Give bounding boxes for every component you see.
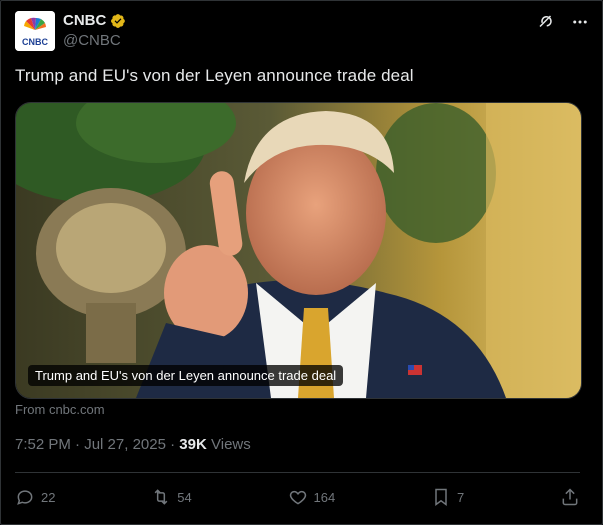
more-options-icon[interactable]	[570, 12, 590, 32]
cnbc-logo-icon: CNBC	[15, 11, 55, 51]
card-source[interactable]: From cnbc.com	[15, 402, 105, 417]
meta-separator-2: ·	[170, 436, 176, 453]
reply-icon	[17, 490, 33, 505]
avatar[interactable]: CNBC	[15, 11, 55, 51]
link-card[interactable]: Trump and EU's von der Leyen announce tr…	[15, 102, 582, 399]
bookmark-count: 7	[456, 489, 465, 505]
post-date[interactable]: Jul 27, 2025	[84, 436, 166, 453]
article-photo	[16, 103, 581, 398]
grok-icon[interactable]	[536, 12, 556, 32]
display-name-text: CNBC	[63, 12, 107, 29]
card-caption: Trump and EU's von der Leyen announce tr…	[28, 365, 344, 386]
action-bar: 22 54 164 7	[15, 480, 580, 514]
bookmark-icon	[435, 488, 447, 506]
reply-button[interactable]: 22	[15, 487, 55, 507]
account-names: CNBC @CNBC	[63, 12, 126, 49]
header-actions	[536, 12, 590, 32]
meta-separator: ·	[75, 436, 81, 453]
views-label: Views	[211, 436, 251, 453]
post-time[interactable]: 7:52 PM	[15, 436, 71, 453]
divider-top	[15, 472, 580, 473]
share-button[interactable]	[560, 487, 580, 507]
post-text: Trump and EU's von der Leyen announce tr…	[15, 66, 414, 85]
svg-text:CNBC: CNBC	[22, 37, 48, 47]
display-name[interactable]: CNBC	[63, 12, 126, 29]
verified-badge-icon[interactable]	[110, 13, 126, 29]
handle[interactable]: @CNBC	[63, 32, 126, 49]
share-icon	[562, 488, 578, 506]
like-count: 164	[313, 489, 336, 505]
repost-button[interactable]: 54	[151, 487, 192, 507]
bookmark-button[interactable]: 7	[431, 487, 464, 507]
views-count: 39K	[179, 436, 207, 453]
repost-icon	[154, 489, 168, 505]
post-header: CNBC CNBC @CNBC	[15, 10, 590, 52]
like-button[interactable]: 164	[288, 487, 336, 507]
repost-count: 54	[177, 489, 192, 505]
heart-icon	[289, 490, 306, 505]
reply-count: 22	[41, 489, 56, 505]
post-meta: 7:52 PM · Jul 27, 2025 · 39K Views	[15, 436, 251, 453]
